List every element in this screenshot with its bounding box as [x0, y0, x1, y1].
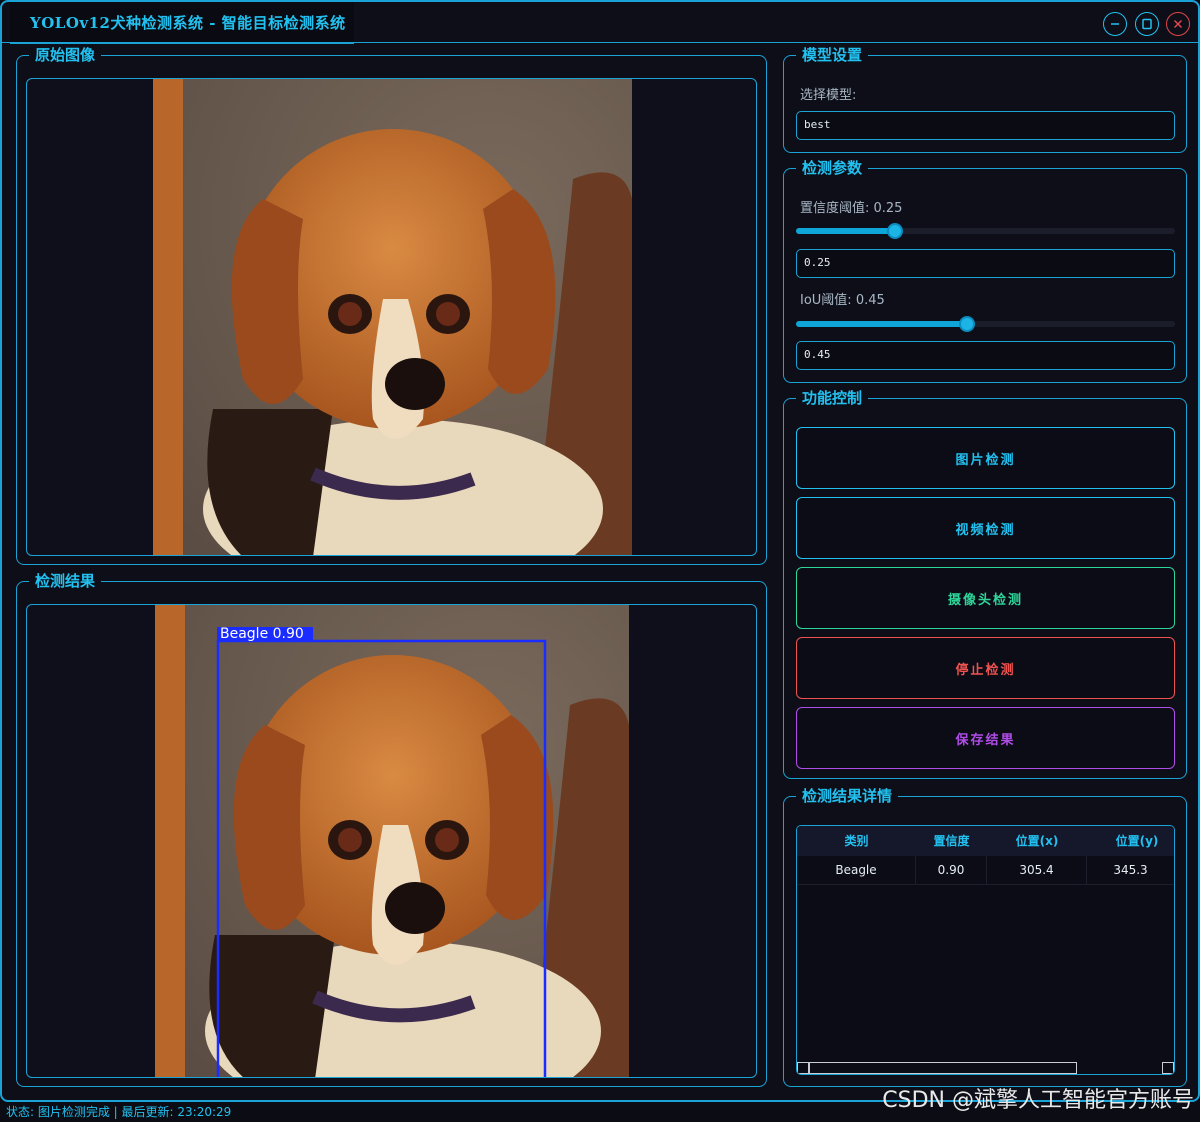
watermark: CSDN @斌擎人工智能官方账号 [882, 1088, 1194, 1113]
maximize-button[interactable] [1135, 12, 1159, 36]
cell-y: 345.3 [1113, 863, 1148, 877]
scrollbar-thumb[interactable] [809, 1062, 1077, 1074]
result-details-panel: 检测结果详情 类别 置信度 位置(x) 位置(y) Beagle 0.90 30… [783, 787, 1187, 1087]
save-result-button[interactable]: 保存结果 [796, 707, 1175, 769]
camera-detect-label: 摄像头检测 [947, 592, 1023, 608]
original-image-frame [26, 78, 757, 556]
original-dog-image [153, 79, 632, 555]
camera-detect-button[interactable]: 摄像头检测 [796, 567, 1175, 629]
column-header-x[interactable]: 位置(x) [987, 826, 1087, 856]
close-button[interactable] [1166, 12, 1190, 36]
model-select[interactable]: best [796, 111, 1175, 140]
confidence-slider-handle[interactable] [886, 223, 903, 239]
table-header: 类别 置信度 位置(x) 位置(y) [797, 826, 1174, 856]
image-detect-label: 图片检测 [955, 452, 1016, 468]
iou-input[interactable]: 0.45 [796, 341, 1175, 370]
video-detect-button[interactable]: 视频检测 [796, 497, 1175, 559]
save-result-label: 保存结果 [955, 732, 1016, 748]
confidence-slider[interactable] [796, 221, 1175, 241]
model-settings-panel: 模型设置 选择模型: best [783, 46, 1187, 153]
result-image-frame: Beagle 0.90 [26, 604, 757, 1078]
scroll-right-button[interactable] [1162, 1062, 1174, 1074]
maximize-icon [1142, 18, 1152, 30]
function-control-title: 功能控制 [796, 389, 869, 407]
column-header-confidence[interactable]: 置信度 [916, 826, 987, 856]
close-icon [1173, 19, 1183, 29]
status-bar: 状态: 图片检测完成 | 最后更新: 23:20:29 [6, 1105, 232, 1119]
cell-class: Beagle [797, 856, 916, 885]
model-settings-title: 模型设置 [796, 46, 869, 64]
stop-detect-button[interactable]: 停止检测 [796, 637, 1175, 699]
detection-result-panel: 检测结果 Beagle 0.90 [16, 572, 767, 1087]
cell-confidence: 0.90 [916, 856, 987, 885]
main-window: YOLOv12犬种检测系统 - 智能目标检测系统 原始图像 检测结果 Beagl… [0, 0, 1200, 1102]
table-row[interactable]: Beagle 0.90 305.4 345.3 [797, 856, 1174, 885]
minimize-button[interactable] [1103, 12, 1127, 36]
function-control-panel: 功能控制 图片检测 视频检测 摄像头检测 停止检测 保存结果 [783, 389, 1187, 779]
detection-params-panel: 检测参数 置信度阈值: 0.25 0.25 IoU阈值: 0.45 0.45 [783, 159, 1187, 383]
image-detect-button[interactable]: 图片检测 [796, 427, 1175, 489]
minimize-icon [1111, 23, 1119, 25]
title-bar: YOLOv12犬种检测系统 - 智能目标检测系统 [2, 2, 1198, 44]
column-header-y[interactable]: 位置(y) [1087, 826, 1174, 856]
scroll-left-button[interactable] [797, 1062, 809, 1074]
horizontal-scrollbar[interactable] [797, 1062, 1174, 1074]
detection-params-title: 检测参数 [796, 159, 869, 177]
results-table[interactable]: 类别 置信度 位置(x) 位置(y) Beagle 0.90 305.4 345… [796, 825, 1175, 1075]
cell-x: 305.4 [987, 856, 1087, 885]
confidence-input[interactable]: 0.25 [796, 249, 1175, 278]
result-details-title: 检测结果详情 [796, 787, 899, 805]
original-image-panel: 原始图像 [16, 46, 767, 565]
result-dog-image: Beagle 0.90 [155, 605, 629, 1077]
confidence-label: 置信度阈值: 0.25 [800, 201, 903, 216]
detection-result-title: 检测结果 [29, 572, 102, 590]
iou-slider[interactable] [796, 314, 1175, 334]
detection-label: Beagle 0.90 [220, 626, 304, 642]
stop-detect-label: 停止检测 [955, 662, 1016, 678]
app-root: YOLOv12犬种检测系统 - 智能目标检测系统 原始图像 检测结果 Beagl… [0, 0, 1200, 1122]
column-header-class[interactable]: 类别 [797, 826, 916, 856]
select-model-label: 选择模型: [800, 88, 857, 103]
iou-label: IoU阈值: 0.45 [800, 293, 885, 308]
original-image-title: 原始图像 [29, 46, 102, 64]
iou-slider-handle[interactable] [958, 316, 975, 332]
window-title: YOLOv12犬种检测系统 - 智能目标检测系统 [10, 2, 354, 44]
video-detect-label: 视频检测 [955, 522, 1016, 538]
